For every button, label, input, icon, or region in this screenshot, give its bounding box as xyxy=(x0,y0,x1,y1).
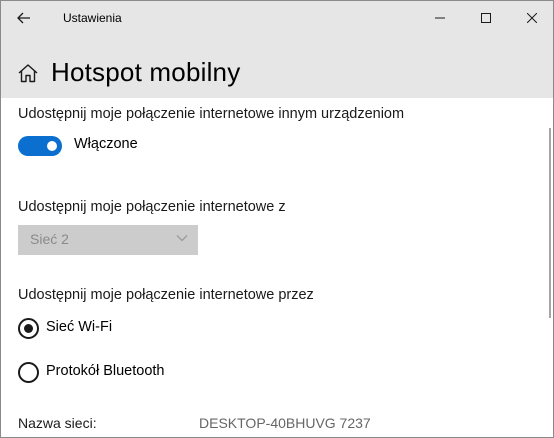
toggle-state-label: Włączone xyxy=(74,136,138,152)
share-from-dropdown[interactable]: Sieć 2 xyxy=(18,225,198,255)
chevron-down-icon xyxy=(176,235,188,242)
radio-bluetooth-label: Protokół Bluetooth xyxy=(46,363,165,379)
close-button[interactable] xyxy=(509,1,553,35)
settings-window: Ustawienia Hotspot mobilny Udostępnij mo… xyxy=(0,0,554,438)
toggle-knob xyxy=(47,141,57,151)
radio-wifi[interactable] xyxy=(18,318,39,339)
share-via-heading: Udostępnij moje połączenie internetowe p… xyxy=(18,287,314,303)
share-from-heading: Udostępnij moje połączenie internetowe z xyxy=(18,199,286,215)
back-arrow-icon xyxy=(17,12,30,24)
title-bar: Ustawienia xyxy=(1,1,553,35)
hotspot-toggle[interactable] xyxy=(18,136,62,156)
radio-bluetooth[interactable] xyxy=(18,362,39,383)
share-from-value: Sieć 2 xyxy=(30,231,69,247)
minimize-icon xyxy=(435,17,445,19)
page-header: Hotspot mobilny xyxy=(1,35,553,98)
share-toggle-heading: Udostępnij moje połączenie internetowe i… xyxy=(18,106,405,122)
radio-wifi-label: Sieć Wi-Fi xyxy=(46,319,113,335)
home-icon[interactable] xyxy=(17,63,39,83)
app-title: Ustawienia xyxy=(63,11,122,25)
minimize-button[interactable] xyxy=(417,1,463,35)
scrollbar[interactable] xyxy=(545,98,553,437)
network-name-label: Nazwa sieci: xyxy=(18,415,97,431)
maximize-button[interactable] xyxy=(463,1,509,35)
network-name-value: DESKTOP-40BHUVG 7237 xyxy=(199,415,371,431)
page-title: Hotspot mobilny xyxy=(51,57,241,87)
maximize-icon xyxy=(481,13,491,23)
scrollbar-thumb[interactable] xyxy=(549,128,551,318)
close-icon xyxy=(527,13,537,23)
back-button[interactable] xyxy=(11,7,37,29)
hotspot-settings: Udostępnij moje połączenie internetowe i… xyxy=(1,98,541,437)
